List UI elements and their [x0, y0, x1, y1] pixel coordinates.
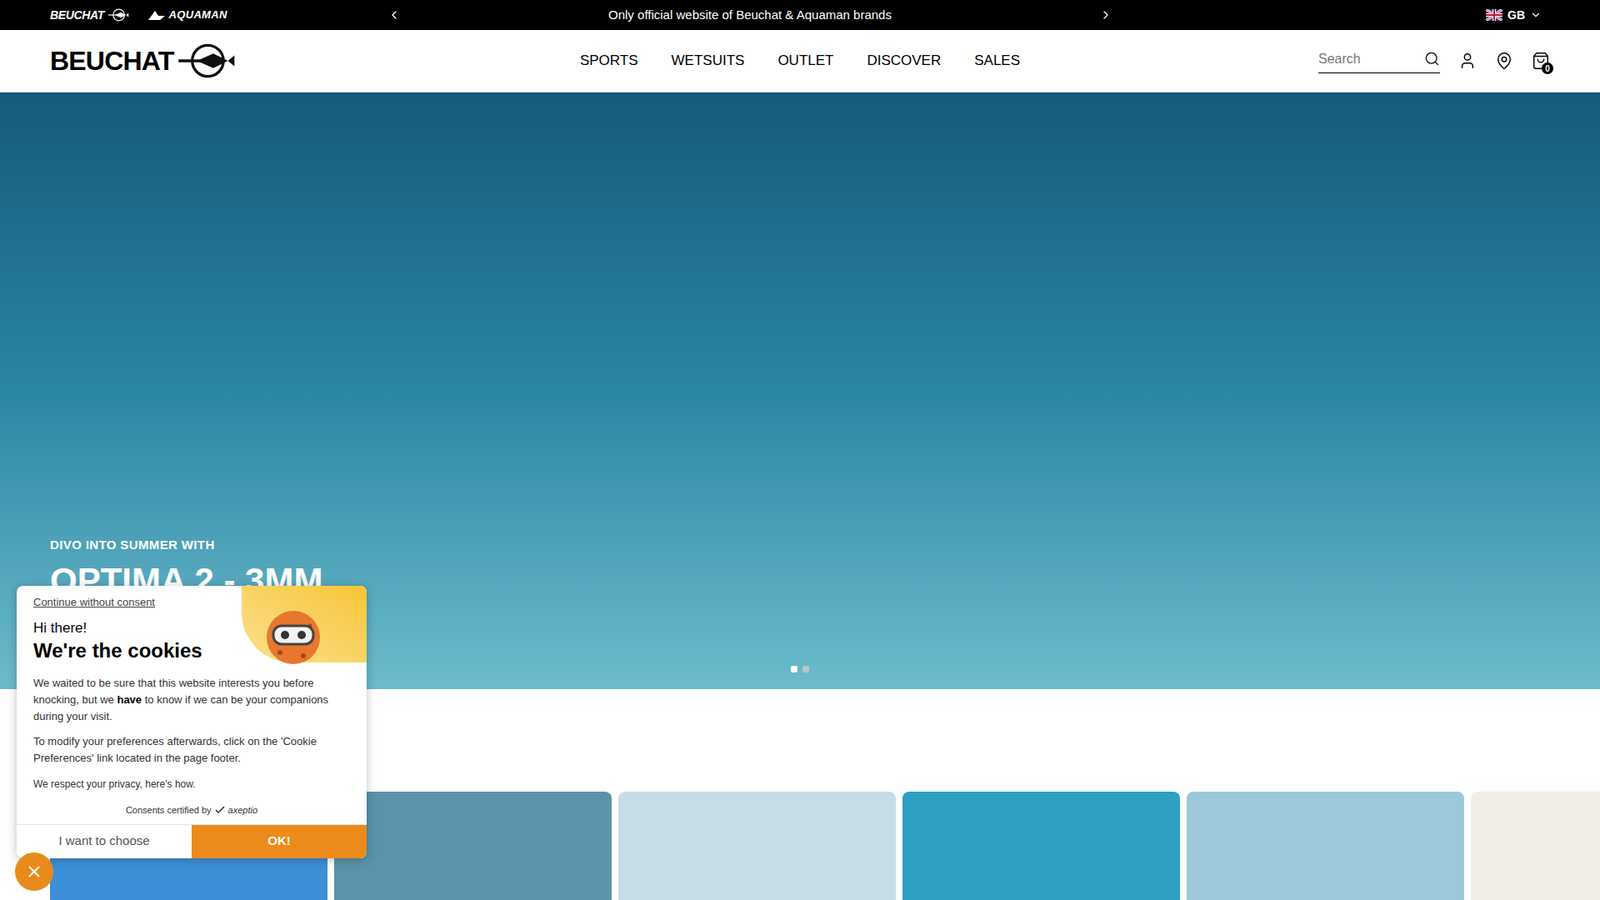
beuchat-fish-icon — [107, 8, 130, 22]
nav-item[interactable]: DISCOVER — [866, 50, 941, 72]
carousel-dot[interactable] — [790, 665, 798, 673]
beuchat-brand-link[interactable]: BEUCHAT — [50, 6, 130, 25]
category-card[interactable] — [334, 791, 612, 900]
nav-item[interactable]: SPORTS — [580, 50, 639, 72]
top-bar: BEUCHAT AQUAMAN Only official website of B… — [0, 0, 1600, 30]
certified-by: Consents certified byaxeptio — [33, 803, 350, 818]
privacy-link[interactable]: We respect your privacy, here's how. — [33, 776, 350, 792]
axeptio-check-icon — [215, 805, 225, 815]
logo-fish-icon — [176, 42, 235, 80]
main-header: BEUCHATSPORTS WETSUITS OUTLET DISCOVER SALES… — [0, 30, 1600, 93]
chevron-down-icon — [1530, 9, 1542, 21]
uk-flag-icon — [1485, 9, 1503, 21]
announcement-text: Only official website of Beuchat & Aquam… — [608, 5, 892, 25]
nav-item[interactable]: WETSUITS — [671, 50, 745, 72]
cookie-greeting: Hi there! — [33, 617, 350, 640]
site-logo[interactable]: BEUCHAT — [50, 42, 580, 80]
choose-cookies-button[interactable]: I want to choose — [16, 825, 192, 859]
main-nav: SPORTS WETSUITS OUTLET DISCOVER SALES — [580, 50, 1020, 72]
category-card[interactable] — [1470, 791, 1600, 900]
accept-cookies-button[interactable]: OK! — [191, 825, 367, 859]
category-card[interactable] — [902, 791, 1180, 900]
continue-without-consent-link[interactable]: Continue without consent — [33, 594, 350, 611]
carousel-dots — [790, 665, 810, 673]
cookie-paragraph: We waited to be sure that this website i… — [33, 675, 346, 725]
cookie-banner: Continue without consent Hi there!We're t… — [16, 585, 367, 859]
cookie-paragraph: To modify your preferences afterwards, c… — [33, 733, 346, 767]
nav-item[interactable]: SALES — [974, 50, 1020, 72]
aquaman-wave-icon — [147, 9, 166, 21]
previous-announcement-icon[interactable] — [387, 8, 401, 22]
store-locator-icon[interactable] — [1495, 51, 1514, 70]
cookie-mascot-icon — [260, 604, 327, 671]
region-selector[interactable]: GB — [1485, 6, 1600, 25]
search-icon[interactable] — [1424, 50, 1440, 67]
nav-item[interactable]: OUTLET — [777, 50, 834, 72]
category-card[interactable] — [1186, 791, 1465, 900]
page: BEUCHAT AQUAMAN Only official website of B… — [0, 0, 1600, 900]
next-announcement-icon[interactable] — [1099, 8, 1113, 22]
cookie-widget-button[interactable] — [15, 852, 54, 891]
account-icon[interactable] — [1458, 51, 1477, 70]
cart-button[interactable]: 0 — [1531, 51, 1550, 70]
category-card[interactable] — [618, 791, 896, 900]
cookie-title: We're the cookies — [33, 638, 350, 664]
aquaman-brand-link[interactable]: AQUAMAN — [147, 6, 228, 24]
search-field[interactable]: Search — [1318, 49, 1440, 74]
cart-count-badge: 0 — [1541, 62, 1554, 75]
close-icon — [25, 862, 44, 881]
hero-eyebrow: DIVO INTO SUMMER WITH — [50, 535, 1550, 555]
carousel-dot[interactable] — [802, 665, 810, 673]
